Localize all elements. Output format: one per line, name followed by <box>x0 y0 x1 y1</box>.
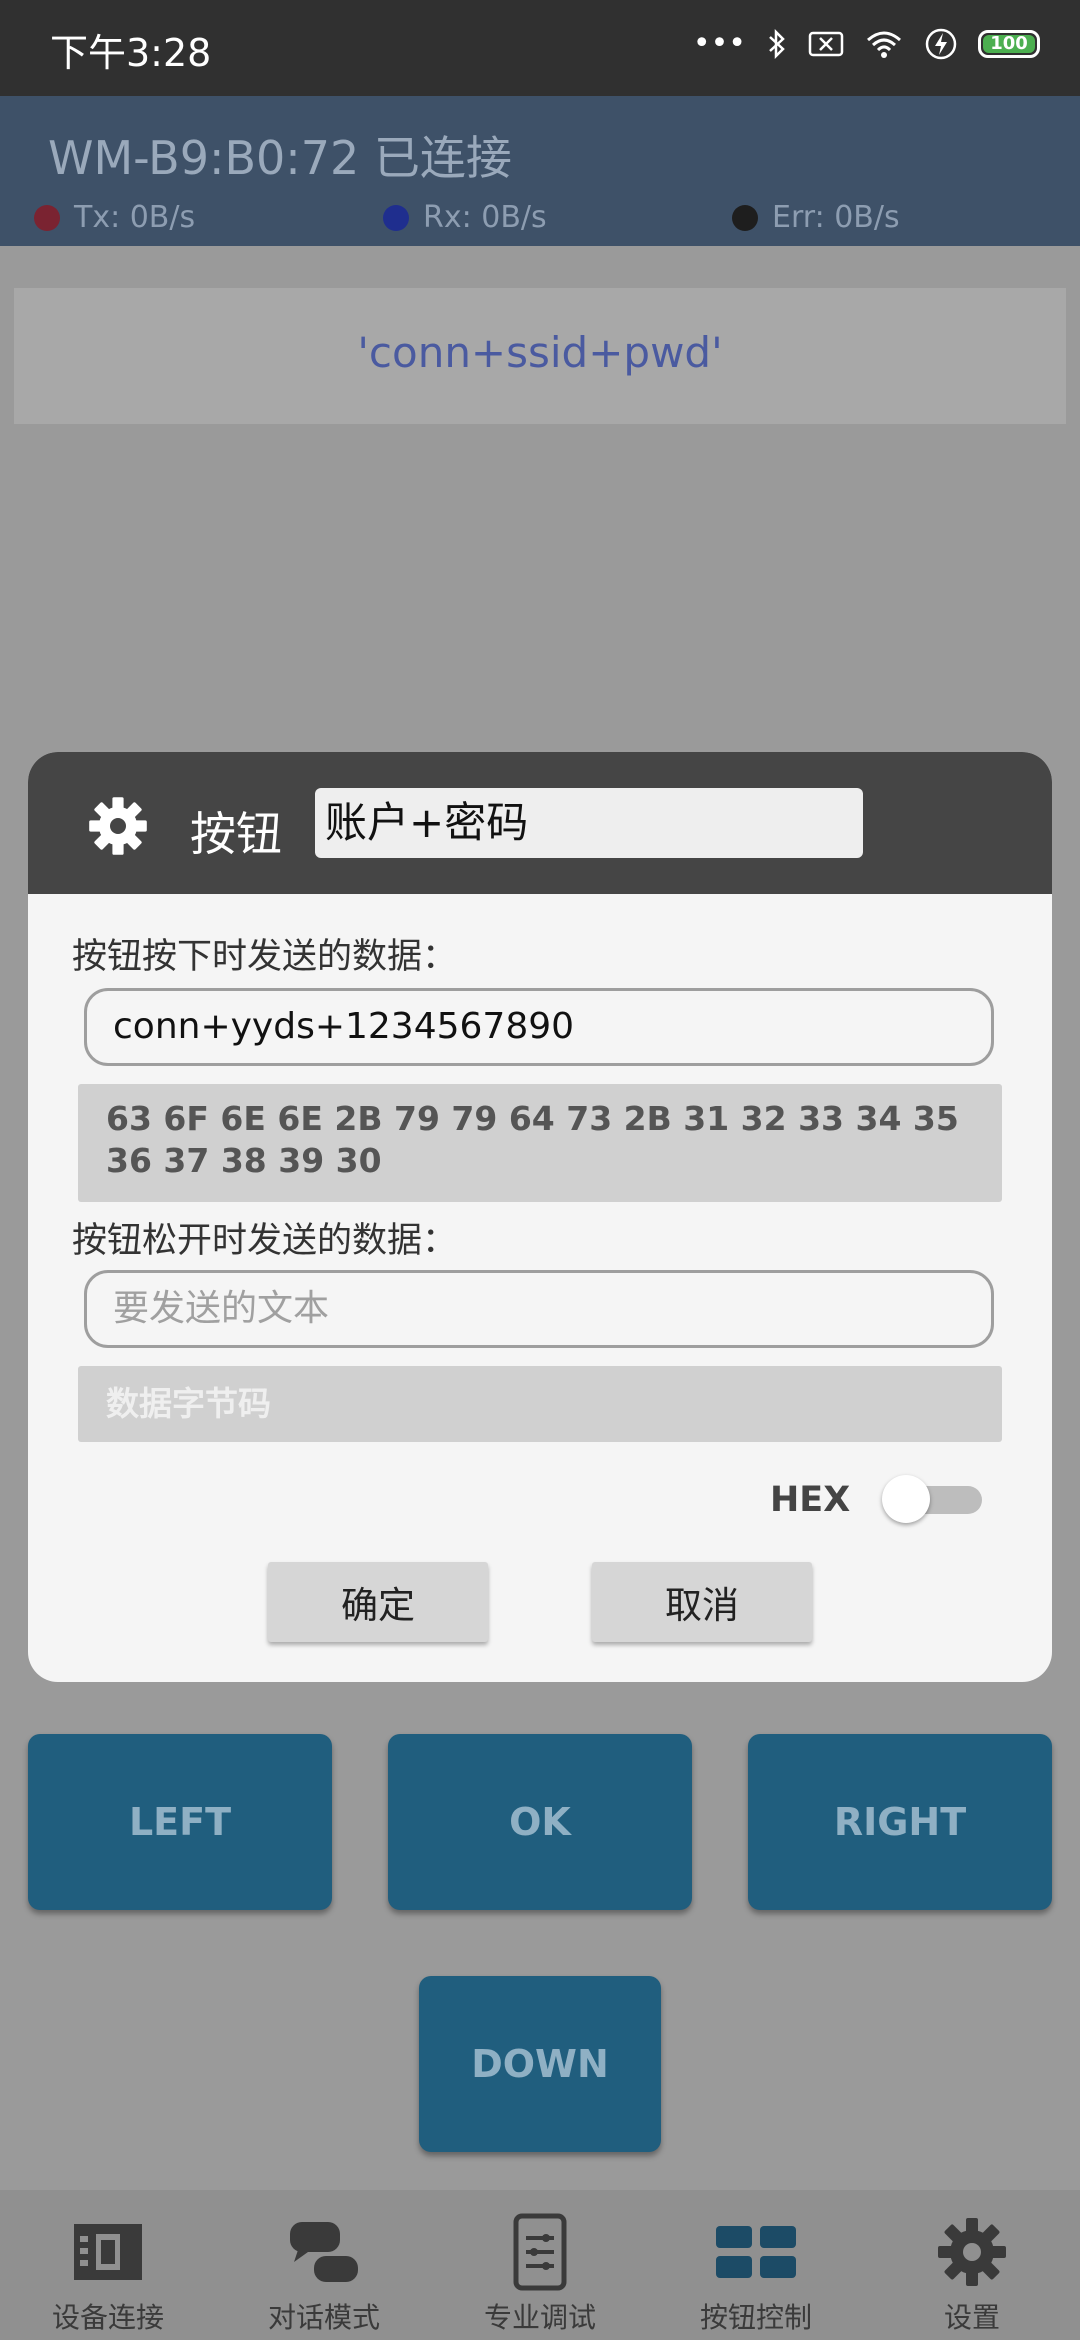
button-config-dialog: 按钮 账户+密码 按钮按下时发送的数据： conn+yyds+123456789… <box>28 752 1052 1682</box>
hex-label: HEX <box>770 1480 851 1520</box>
gear-icon <box>938 2218 1006 2286</box>
no-sim-icon <box>808 31 844 56</box>
command-display: 'conn+ssid+pwd' <box>14 288 1066 424</box>
press-data-label: 按钮按下时发送的数据： <box>72 937 458 977</box>
nav-label: 设置 <box>943 2301 1000 2334</box>
chat-icon <box>290 2222 358 2282</box>
status-bar: 下午3:28 ••• 100 <box>0 0 1080 96</box>
down-button[interactable]: DOWN <box>419 1976 661 2152</box>
device-title: WM-B9:B0:72 已连接 <box>48 131 512 185</box>
ok-button[interactable]: OK <box>388 1734 692 1910</box>
nav-label: 设备连接 <box>51 2301 164 2334</box>
release-hex-display: 数据字节码 <box>78 1366 1002 1442</box>
tx-indicator <box>34 204 60 231</box>
release-data-label: 按钮松开时发送的数据： <box>72 1221 458 1261</box>
nav-label: 按钮控制 <box>699 2301 812 2334</box>
connection-header: WM-B9:B0:72 已连接 Tx: 0B/s Rx: 0B/s Err: 0… <box>0 96 1080 246</box>
nav-chat-mode[interactable]: 对话模式 <box>216 2190 432 2340</box>
err-label: Err: 0B/s <box>772 200 900 235</box>
status-time: 下午3:28 <box>50 31 212 75</box>
rx-indicator <box>383 204 409 231</box>
gear-icon <box>89 797 147 855</box>
cancel-button[interactable]: 取消 <box>592 1562 812 1642</box>
more-dots-icon: ••• <box>692 26 746 61</box>
status-icons: ••• 100 <box>693 26 1040 61</box>
confirm-button[interactable]: 确定 <box>268 1562 488 1642</box>
bluetooth-icon <box>769 28 785 59</box>
nav-settings[interactable]: 设置 <box>864 2190 1080 2340</box>
release-data-input[interactable]: 要发送的文本 <box>84 1270 994 1348</box>
device-connect-icon <box>74 2224 142 2280</box>
button-grid-icon <box>716 2226 796 2278</box>
battery-icon: 100 <box>978 29 1040 58</box>
tx-label: Tx: 0B/s <box>74 200 196 235</box>
bottom-nav: 设备连接 对话模式 专业调试 按钮控制 设置 <box>0 2190 1080 2340</box>
press-hex-display: 63 6F 6E 6E 2B 79 79 64 73 2B 31 32 33 3… <box>78 1084 1002 1202</box>
nav-pro-debug[interactable]: 专业调试 <box>432 2190 648 2340</box>
dialog-header: 按钮 账户+密码 <box>28 752 1052 894</box>
left-button[interactable]: LEFT <box>28 1734 332 1910</box>
dialog-title-label: 按钮 <box>190 807 282 861</box>
hex-toggle-thumb <box>882 1475 930 1523</box>
wifi-icon <box>867 31 901 58</box>
nav-label: 对话模式 <box>267 2301 380 2334</box>
nav-label: 专业调试 <box>483 2301 596 2334</box>
press-data-input[interactable]: conn+yyds+1234567890 <box>84 988 994 1066</box>
charging-icon <box>925 28 957 59</box>
button-name-input[interactable]: 账户+密码 <box>315 788 863 858</box>
rx-label: Rx: 0B/s <box>423 200 547 235</box>
rx-stat: Rx: 0B/s <box>383 200 547 235</box>
tx-stat: Tx: 0B/s <box>34 200 195 235</box>
hex-toggle[interactable] <box>882 1475 982 1523</box>
nav-device-connect[interactable]: 设备连接 <box>0 2190 216 2340</box>
err-stat: Err: 0B/s <box>732 200 900 235</box>
debug-panel-icon <box>513 2213 567 2291</box>
right-button[interactable]: RIGHT <box>748 1734 1052 1910</box>
err-indicator <box>732 204 758 231</box>
nav-button-control[interactable]: 按钮控制 <box>648 2190 864 2340</box>
battery-level: 100 <box>983 34 1035 53</box>
command-text: 'conn+ssid+pwd' <box>357 328 723 377</box>
